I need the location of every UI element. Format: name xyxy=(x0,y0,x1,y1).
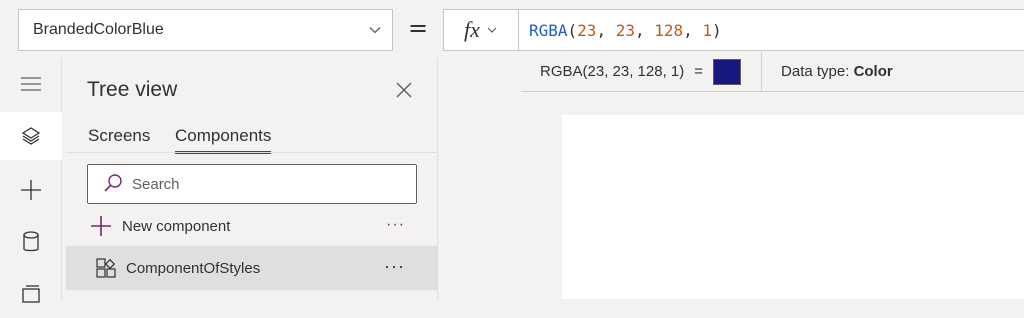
rail-item-insert[interactable] xyxy=(0,166,62,214)
search-input[interactable]: Search xyxy=(87,164,417,204)
search-placeholder: Search xyxy=(132,175,180,193)
formula-token-num: 23 xyxy=(577,20,597,40)
new-component-label: New component xyxy=(122,217,231,235)
result-expression: RGBA(23, 23, 128, 1) = xyxy=(521,58,742,85)
component-label: ComponentOfStyles xyxy=(126,259,261,277)
formula-token-punc: , xyxy=(596,20,616,40)
equals-sign: = xyxy=(408,14,429,42)
formula-token-num: 23 xyxy=(615,20,635,40)
formula-input[interactable]: RGBA(23, 23, 128, 1) xyxy=(519,9,1024,51)
chevron-down-icon xyxy=(369,27,381,34)
color-swatch xyxy=(713,58,742,85)
close-icon[interactable] xyxy=(393,79,415,101)
tab-components[interactable]: Components xyxy=(175,126,272,154)
more-options-button[interactable]: ··· xyxy=(386,216,405,234)
rail-item-data[interactable] xyxy=(0,218,62,266)
result-equals: = xyxy=(694,63,704,80)
formula-token-punc: ) xyxy=(712,20,722,40)
fx-icon: fx xyxy=(464,17,480,42)
data-type: Data type: Color xyxy=(762,63,893,80)
data-type-value: Color xyxy=(853,63,893,80)
tab-screens[interactable]: Screens xyxy=(88,126,150,151)
formula-token-punc: , xyxy=(634,20,655,40)
database-icon xyxy=(23,231,39,252)
fx-button[interactable]: fx xyxy=(443,9,519,51)
search-icon xyxy=(104,174,122,192)
formula-bar: BrandedColorBlue = fx RGBA(23, 23, 128, … xyxy=(0,0,1024,58)
formula-result-bar: RGBA(23, 23, 128, 1) = Data type: Color xyxy=(521,51,1024,92)
data-type-label: Data type: xyxy=(781,63,850,80)
layers-icon xyxy=(21,127,41,145)
component-icon xyxy=(96,258,116,278)
hamburger-menu-icon xyxy=(21,77,41,91)
tree-view-panel: Tree view Screens Components Search New … xyxy=(66,58,438,299)
formula-token-punc: , xyxy=(683,20,703,40)
result-expression-text: RGBA(23, 23, 128, 1) xyxy=(540,63,685,80)
plus-icon xyxy=(21,180,41,200)
more-options-button[interactable]: ··· xyxy=(384,256,405,277)
app-canvas[interactable] xyxy=(562,115,1024,299)
media-icon xyxy=(22,285,40,303)
formula-token-num: 128 xyxy=(654,20,684,40)
left-rail xyxy=(0,58,62,303)
formula-token-fn: RGBA xyxy=(529,20,568,40)
property-dropdown[interactable]: BrandedColorBlue xyxy=(18,9,393,51)
panel-title: Tree view xyxy=(87,78,178,101)
formula-token-punc: ( xyxy=(567,20,578,40)
tabs-divider xyxy=(66,152,437,153)
component-item[interactable]: ComponentOfStyles ··· xyxy=(66,246,437,290)
chevron-down-icon xyxy=(487,27,497,33)
plus-icon xyxy=(91,216,111,236)
formula-token-num: 1 xyxy=(702,20,713,40)
rail-item-menu[interactable] xyxy=(0,60,62,108)
property-dropdown-value: BrandedColorBlue xyxy=(33,21,164,38)
rail-item-tree-view[interactable] xyxy=(0,112,62,160)
new-component-button[interactable]: New component xyxy=(90,215,230,237)
rail-item-media[interactable] xyxy=(0,270,62,318)
